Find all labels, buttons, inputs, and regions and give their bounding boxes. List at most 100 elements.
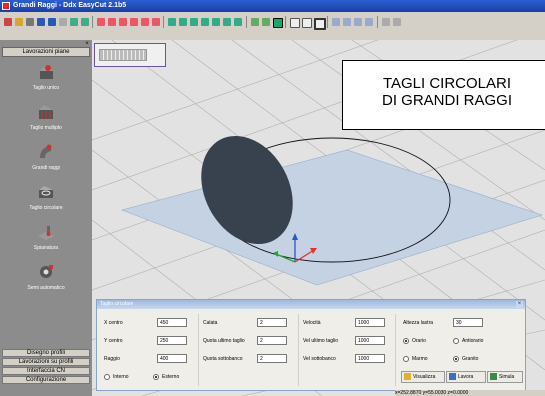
semi-automatic-icon [40,265,53,278]
pan-icon[interactable] [97,18,105,26]
vel-sotto-input[interactable]: 1000 [355,354,385,363]
sidebar-section-disegno-profili[interactable]: Disegno profili [2,349,90,357]
interno-label: Interno [113,374,129,380]
zoom-extents-icon[interactable] [141,18,149,26]
zoom-in-icon[interactable] [108,18,116,26]
banner-line-2: DI GRANDI RAGGI [381,92,512,109]
stone-slab [121,149,543,286]
wireframe-icon[interactable] [251,18,259,26]
simula-button[interactable]: Simula [487,371,523,383]
hidden-line-icon[interactable] [262,18,270,26]
sidebar-item-spianatura[interactable]: Spianatura [0,222,92,262]
view-top-icon[interactable] [212,18,220,26]
shaded-icon[interactable] [273,18,283,28]
toolbar-separator [285,16,286,28]
sidebar-section-lavorazioni-su-profili[interactable]: Lavorazioni su profili [2,358,90,366]
app-icon [2,2,10,10]
banner-line-1: TAGLI CIRCOLARI [382,75,512,92]
lavora-label: Lavora [458,374,474,380]
rotate-icon[interactable] [152,18,160,26]
status-coordinates: x=252.8870 y=55.0030 z=0.0000 [395,390,545,396]
velocita-input[interactable]: 1000 [355,318,385,327]
raggio-input[interactable]: 400 [157,354,187,363]
view-left-icon[interactable] [190,18,198,26]
undo-icon[interactable] [70,18,78,26]
view-bottom-icon[interactable] [223,18,231,26]
view-back-icon[interactable] [179,18,187,26]
y-centro-input[interactable]: 250 [157,336,187,345]
toolbar-separator [163,16,164,28]
granito-radio[interactable] [453,356,459,362]
sidebar-item-label: Taglio circolare [29,205,63,211]
redo-icon[interactable] [81,18,89,26]
single-cut-icon [40,65,53,79]
panel-close-icon[interactable]: × [516,301,523,308]
export-icon[interactable] [59,18,67,26]
window-layout-1-icon[interactable] [290,18,300,28]
orario-radio[interactable] [403,338,409,344]
sidebar: × Lavorazioni piane Taglio unico Taglio … [0,40,92,396]
sidebar-section-configurazione[interactable]: Configurazione [2,376,90,384]
snapshot-icon[interactable] [343,18,351,26]
orario-label: Orario [412,338,426,344]
sidebar-item-semi-automatico[interactable]: Semi automatico [0,262,92,302]
new-icon[interactable] [4,18,12,26]
altezza-lastra-label: Altezza lastra [403,320,434,326]
sidebar-item-label: Taglio unico [32,85,60,91]
sidebar-item-taglio-circolare[interactable]: Taglio circolare [0,182,92,222]
window-title: Grandi Raggi - Ddx EasyCut 2.1b5 [13,2,127,9]
view-right-icon[interactable] [201,18,209,26]
sidebar-item-label: Semi automatico [27,285,65,291]
title-banner: TAGLI CIRCOLARI DI GRANDI RAGGI [342,60,545,130]
sidebar-item-taglio-multiplo[interactable]: Taglio multiplo [0,102,92,142]
simulate-icon [490,373,497,381]
quota-ultimo-input[interactable]: 2 [257,336,287,345]
measure-icon[interactable] [332,18,340,26]
title-bar: Grandi Raggi - Ddx EasyCut 2.1b5 [0,0,545,12]
save-as-icon[interactable] [48,18,56,26]
window-layout-2-icon[interactable] [302,18,312,28]
zoom-out-icon[interactable] [119,18,127,26]
interno-radio[interactable] [104,374,110,380]
visualizza-button[interactable]: Visualizza [401,371,445,383]
x-centro-input[interactable]: 450 [157,318,187,327]
circular-cut-icon [39,186,53,198]
vel-ultimo-label: Vel ultimo taglio [303,338,339,344]
quota-sotto-input[interactable]: 2 [257,354,287,363]
print-icon[interactable] [26,18,34,26]
view-front-icon[interactable] [168,18,176,26]
sidebar-section-interfaccia-cn[interactable]: Interfaccia CN [2,367,90,375]
raggio-label: Raggio [104,356,120,362]
sidebar-header[interactable]: Lavorazioni piane [2,47,90,57]
zoom-window-icon[interactable] [130,18,138,26]
marmo-label: Marmo [412,356,428,362]
layers-icon[interactable] [354,18,362,26]
esterno-radio[interactable] [153,374,159,380]
help-icon[interactable] [393,18,401,26]
window-layout-3-icon[interactable] [314,18,326,30]
esterno-label: Esterno [162,374,180,380]
settings-icon[interactable] [382,18,390,26]
panel-divider [395,314,396,386]
view-iso-icon[interactable] [234,18,242,26]
properties-icon[interactable] [365,18,373,26]
simula-label: Simula [499,374,515,380]
toolbar-separator [327,16,328,28]
panel-divider [198,314,199,386]
y-centro-label: Y centro [104,338,123,344]
vel-ultimo-input[interactable]: 1000 [355,336,385,345]
sidebar-item-grandi-raggi[interactable]: Grandi raggi [0,142,92,182]
marmo-radio[interactable] [403,356,409,362]
antiorario-radio[interactable] [453,338,459,344]
calata-input[interactable]: 2 [257,318,287,327]
toolbar-separator [377,16,378,28]
panel-divider [298,314,299,386]
altezza-lastra-input[interactable]: 30 [453,318,483,327]
sidebar-item-taglio-unico[interactable]: Taglio unico [0,62,92,102]
multiple-cut-icon [39,105,53,119]
lavora-button[interactable]: Lavora [446,371,486,383]
circular-cut-panel: Taglio circolare × X centro 450 Y centro… [96,299,526,391]
save-icon[interactable] [37,18,45,26]
keyboard-icon [99,49,147,61]
open-icon[interactable] [15,18,23,26]
